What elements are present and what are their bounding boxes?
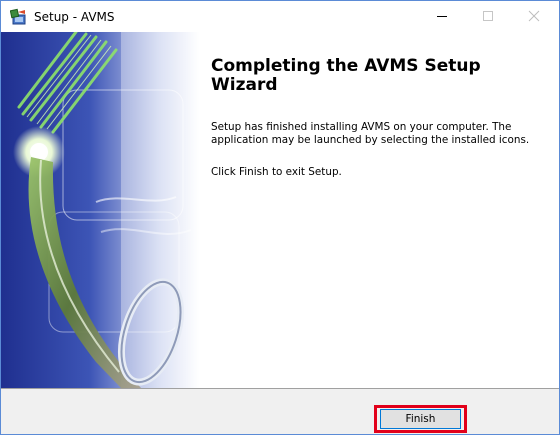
close-button[interactable] [511, 1, 557, 32]
exit-instruction: Click Finish to exit Setup. [211, 166, 342, 178]
minimize-button[interactable] [419, 1, 465, 32]
setup-installer-icon [9, 8, 28, 26]
wizard-footer: Finish [1, 389, 559, 434]
minimize-icon [436, 7, 448, 26]
setup-window: Setup - AVMS Completing the AVMS Setup W… [0, 0, 560, 435]
page-heading: Completing the AVMS Setup Wizard [211, 56, 481, 95]
close-icon [528, 7, 540, 26]
completion-message: Setup has finished installing AVMS on yo… [211, 121, 530, 146]
wizard-side-image [1, 32, 199, 388]
maximize-icon [482, 7, 494, 26]
finish-button[interactable]: Finish [380, 409, 461, 429]
title-bar[interactable]: Setup - AVMS [1, 1, 559, 32]
window-title: Setup - AVMS [34, 10, 115, 24]
maximize-button[interactable] [465, 1, 511, 32]
wizard-content: Completing the AVMS Setup Wizard Setup h… [1, 32, 559, 388]
